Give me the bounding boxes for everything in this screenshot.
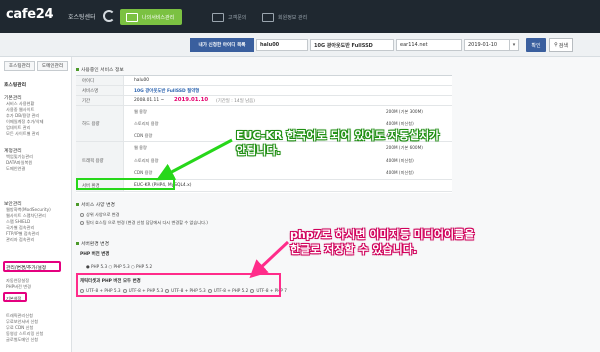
bullet-icon <box>76 203 79 206</box>
green-annotation-line2: 안됩니다. <box>236 144 281 157</box>
confirm-button[interactable]: 확인 <box>526 38 546 52</box>
radio-option[interactable]: 상위 사양으로 변경 <box>80 212 119 218</box>
search-button-label: 검색 <box>558 42 568 49</box>
hosting-id-select[interactable]: halu00 <box>256 39 308 51</box>
top-navigation-bar: cafe24 호스팅센터 나의서비스관리 고객문의 회원정보 관리 <box>0 0 600 33</box>
row-label: 하드 용량 <box>76 106 124 141</box>
sidebar-item[interactable]: 관리자 접속관리 <box>6 237 34 243</box>
sub-label: CDN 용량 <box>134 133 153 138</box>
sidebar-section-title: 보안관리 <box>4 202 22 207</box>
sidebar-highlight-box <box>3 292 27 302</box>
pink-annotation-line2: 한글로 저장할 수 있습니다. <box>290 243 417 256</box>
period-end: 2019.01.10 <box>174 97 209 103</box>
table-row: 아이디 halu00 <box>76 76 452 86</box>
pink-highlight-box <box>76 273 281 297</box>
section-title-service-info: 사용중인 서비스 정보 <box>76 66 124 73</box>
logo-subtitle: 호스팅센터 <box>68 14 96 21</box>
sidebar-highlight-box <box>3 261 61 272</box>
sub-label: CDN 용량 <box>134 170 153 175</box>
php-version-title: PHP 버전 변경 <box>80 252 110 257</box>
product-select[interactable]: 10G 광아웃도반 FullSSD <box>310 39 394 51</box>
green-highlight-box <box>76 178 175 190</box>
section-title-service-change: 서비스 사양 변경 <box>76 201 115 208</box>
domain-select[interactable]: ear114.net <box>396 39 462 51</box>
row-value: halu00 <box>134 78 150 83</box>
radio-button[interactable] <box>80 221 84 225</box>
tab-domain-management[interactable]: 도메인관리 <box>37 61 68 71</box>
user-icon <box>262 12 274 22</box>
tab-customer-inquiry-label: 고객문의 <box>228 14 247 21</box>
bullet-icon <box>76 68 79 71</box>
tab-my-services-label: 나의서비스관리 <box>142 14 175 21</box>
tab-member-info[interactable]: 회원정보 관리 <box>262 9 307 25</box>
sidebar-section-title: 계정관리 <box>4 149 22 154</box>
bullet-icon <box>76 242 79 245</box>
sub-value: 200M (기본 300M) <box>386 109 423 114</box>
search-icon: ⚲ <box>554 42 558 48</box>
row-label: 트래픽 용량 <box>76 142 124 179</box>
section-title-server-env: 서버환경 변경 <box>76 240 109 247</box>
logo-ring-icon <box>103 10 115 22</box>
sub-value: 400M (미신청) <box>386 170 414 175</box>
sidebar-item[interactable]: 모든 사이트별 관리 <box>6 131 39 137</box>
chevron-down-icon[interactable]: ▾ <box>509 39 519 51</box>
sub-label: 스토리지 용량 <box>134 121 159 126</box>
sub-value: 200M (기본 600M) <box>386 145 423 150</box>
table-row: 기간 2008.01.11 ~ 2019.01.10 (기간일 : 14일 남음… <box>76 96 452 106</box>
php-version-options[interactable]: ● PHP 5.3 ○ PHP 5.3 ○ PHP 5.2 <box>86 264 152 269</box>
sidebar-section-title: 기본관리 <box>4 96 22 101</box>
period-start: 2008.01.11 ~ <box>134 98 165 103</box>
radio-button[interactable] <box>80 213 84 217</box>
pink-annotation-line1: php7로 하시면 이미지등 미디어이름을 <box>290 228 475 241</box>
sub-value: 400M (미신청) <box>386 158 414 163</box>
selector-label: 내가 신청한 아이디 목록 <box>190 38 254 52</box>
monitor-icon <box>126 12 138 22</box>
expiry-date-field[interactable]: 2019-01-10 <box>464 39 510 51</box>
sidebar-item[interactable]: PHP버전 변경 <box>6 284 31 290</box>
green-annotation-line1: EUC-KR 한국어로 되어 있어도 자동설치가 <box>236 129 440 142</box>
sidebar-main-heading: 호스팅관리 <box>4 83 27 88</box>
period-note: (기간일 : 14일 남음) <box>216 99 255 104</box>
sub-label: 스토리지 용량 <box>134 158 159 163</box>
tab-member-info-label: 회원정보 관리 <box>278 14 308 21</box>
row-label: 기간 <box>76 96 124 105</box>
tab-hosting-management[interactable]: 호스팅관리 <box>4 61 35 71</box>
tab-my-services[interactable]: 나의서비스관리 <box>120 9 183 25</box>
row-label: 아이디 <box>76 76 124 85</box>
sidebar-item[interactable]: 글로벌도메인 신청 <box>6 337 38 343</box>
radio-option[interactable]: 필더 호스팅 으로 변경 (변경 신청 담당에서 다시 변경할 수 없습니다.) <box>80 220 208 226</box>
search-button[interactable]: ⚲ 검색 <box>549 38 573 52</box>
sidebar-item[interactable]: 도메인연결 <box>6 166 25 172</box>
chat-icon <box>212 12 224 22</box>
left-sidebar: 호스팅관리 도메인관리 호스팅관리 기본관리 서비스 사용현황 사용중 웹사이트… <box>0 57 72 352</box>
service-selector-bar: 내가 신청한 아이디 목록 halu00 10G 광아웃도반 FullSSD e… <box>0 33 600 57</box>
cafe24-logo[interactable]: cafe24 <box>6 7 54 22</box>
row-label: 서비스명 <box>76 86 124 95</box>
row-value: 10G 광아웃도반 FullSSD 절약형 <box>134 89 200 94</box>
tab-customer-inquiry[interactable]: 고객문의 <box>212 9 246 25</box>
sub-label: 웹 용량 <box>134 109 147 114</box>
sub-label: 웹 용량 <box>134 145 147 150</box>
table-row: 서비스명 10G 광아웃도반 FullSSD 절약형 <box>76 86 452 96</box>
